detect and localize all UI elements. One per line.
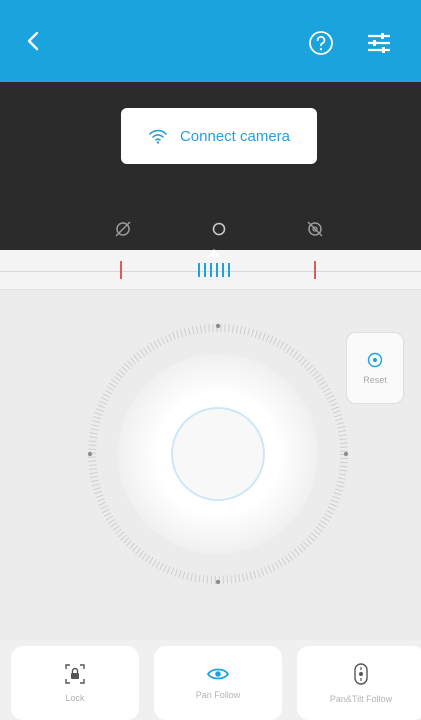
circle-mode-icon[interactable] <box>208 218 230 240</box>
mode-lock-label: Lock <box>65 693 85 703</box>
mode-pan-follow-button[interactable]: Pan Follow <box>154 646 282 720</box>
ruler-center-ticks <box>198 263 240 277</box>
pointer-icon <box>208 249 220 257</box>
pan-position-ruler[interactable] <box>0 249 421 290</box>
follow-mode-bar: Lock Pan Follow Pan&Tilt Follow <box>0 640 421 720</box>
tilt-follow-icon <box>354 663 368 685</box>
connect-camera-label: Connect camera <box>179 127 291 145</box>
eye-icon <box>206 668 230 680</box>
joystick-top-dot <box>215 323 221 329</box>
sliders-menu-icon[interactable] <box>367 32 391 54</box>
mode-lock-button[interactable]: Lock <box>11 646 139 720</box>
ruler-limit-right <box>314 261 316 279</box>
connect-camera-button[interactable]: Connect camera <box>121 108 317 164</box>
no-wifi-icon[interactable] <box>112 218 134 240</box>
joystick-right-dot <box>343 451 349 457</box>
gimbal-control-area: Reset <box>0 290 421 640</box>
recenter-icon <box>367 352 383 368</box>
camera-preview: Connect camera <box>0 82 421 250</box>
wifi-icon <box>149 129 167 144</box>
mode-pan-follow-label: Pan Follow <box>195 690 241 700</box>
joystick-knob[interactable] <box>171 407 265 501</box>
joystick-left-dot <box>87 451 93 457</box>
joystick-bottom-dot <box>215 579 221 585</box>
help-circle-icon[interactable] <box>308 30 334 56</box>
joystick[interactable] <box>82 318 354 590</box>
mode-pan-tilt-follow-button[interactable]: Pan&Tilt Follow <box>297 646 421 720</box>
top-app-bar <box>0 0 421 82</box>
reset-button[interactable]: Reset <box>346 332 404 404</box>
chevron-left-icon[interactable] <box>22 28 46 54</box>
no-camera-icon[interactable] <box>304 218 326 240</box>
mode-pan-tilt-follow-label: Pan&Tilt Follow <box>329 694 393 704</box>
ruler-limit-left <box>120 261 122 279</box>
reset-label: Reset <box>363 375 387 385</box>
lock-icon <box>65 664 85 684</box>
